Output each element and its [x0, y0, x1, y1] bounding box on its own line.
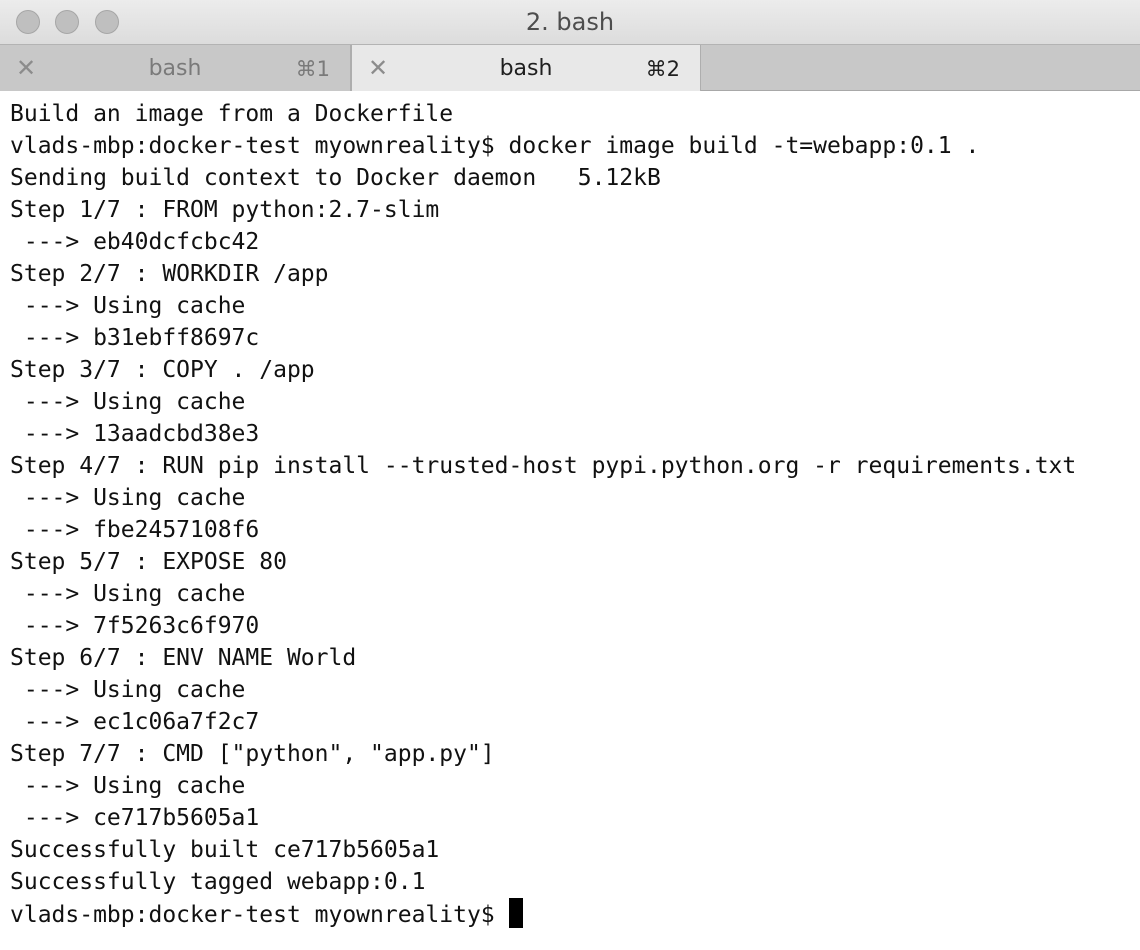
terminal-line: Step 1/7 : FROM python:2.7-slim	[10, 197, 440, 223]
terminal-window: 2. bash ✕ bash ⌘1 ✕ bash ⌘2 Build an ima…	[0, 0, 1140, 950]
tab-bash-2[interactable]: ✕ bash ⌘2	[351, 45, 701, 91]
terminal-output[interactable]: Build an image from a Dockerfile vlads-m…	[10, 98, 1135, 943]
shell-prompt: vlads-mbp:docker-test myownreality$	[10, 902, 509, 928]
terminal-line: ---> Using cache	[10, 485, 246, 511]
terminal-line: Sending build context to Docker daemon 5…	[10, 165, 661, 191]
terminal-line: ---> fbe2457108f6	[10, 517, 260, 543]
terminal-line: ---> ec1c06a7f2c7	[10, 709, 260, 735]
terminal-line: ---> Using cache	[10, 389, 246, 415]
terminal-line: Build an image from a Dockerfile	[10, 101, 454, 127]
terminal-line: ---> 13aadcbd38e3	[10, 421, 260, 447]
terminal-line: Step 4/7 : RUN pip install --trusted-hos…	[10, 453, 1077, 479]
tab-bar: ✕ bash ⌘1 ✕ bash ⌘2	[0, 44, 1140, 91]
terminal-line: Step 2/7 : WORKDIR /app	[10, 261, 329, 287]
terminal-line: Step 7/7 : CMD ["python", "app.py"]	[10, 741, 495, 767]
terminal-line: Successfully built ce717b5605a1	[10, 837, 440, 863]
terminal-line: ---> Using cache	[10, 581, 246, 607]
terminal-line: ---> Using cache	[10, 293, 246, 319]
terminal-line: ---> b31ebff8697c	[10, 325, 260, 351]
tab-shortcut: ⌘2	[645, 57, 680, 81]
tab-shortcut: ⌘1	[295, 57, 330, 81]
terminal-line: Step 5/7 : EXPOSE 80	[10, 549, 287, 575]
terminal-line: ---> eb40dcfcbc42	[10, 229, 260, 255]
terminal-line: Successfully tagged webapp:0.1	[10, 869, 426, 895]
terminal-line: Step 6/7 : ENV NAME World	[10, 645, 357, 671]
text-cursor	[508, 898, 523, 928]
prompt-line[interactable]: vlads-mbp:docker-test myownreality$	[10, 898, 1135, 930]
tab-bash-1[interactable]: ✕ bash ⌘1	[0, 45, 351, 91]
terminal-line: Step 3/7 : COPY . /app	[10, 357, 315, 383]
terminal-line: vlads-mbp:docker-test myownreality$ dock…	[10, 133, 980, 159]
window-title: 2. bash	[525, 8, 615, 36]
terminal-line: ---> 7f5263c6f970	[10, 613, 260, 639]
terminal-line: ---> ce717b5605a1	[10, 805, 260, 831]
terminal-line: ---> Using cache	[10, 677, 246, 703]
title-bar[interactable]: 2. bash	[0, 0, 1140, 44]
terminal-line: ---> Using cache	[10, 773, 246, 799]
